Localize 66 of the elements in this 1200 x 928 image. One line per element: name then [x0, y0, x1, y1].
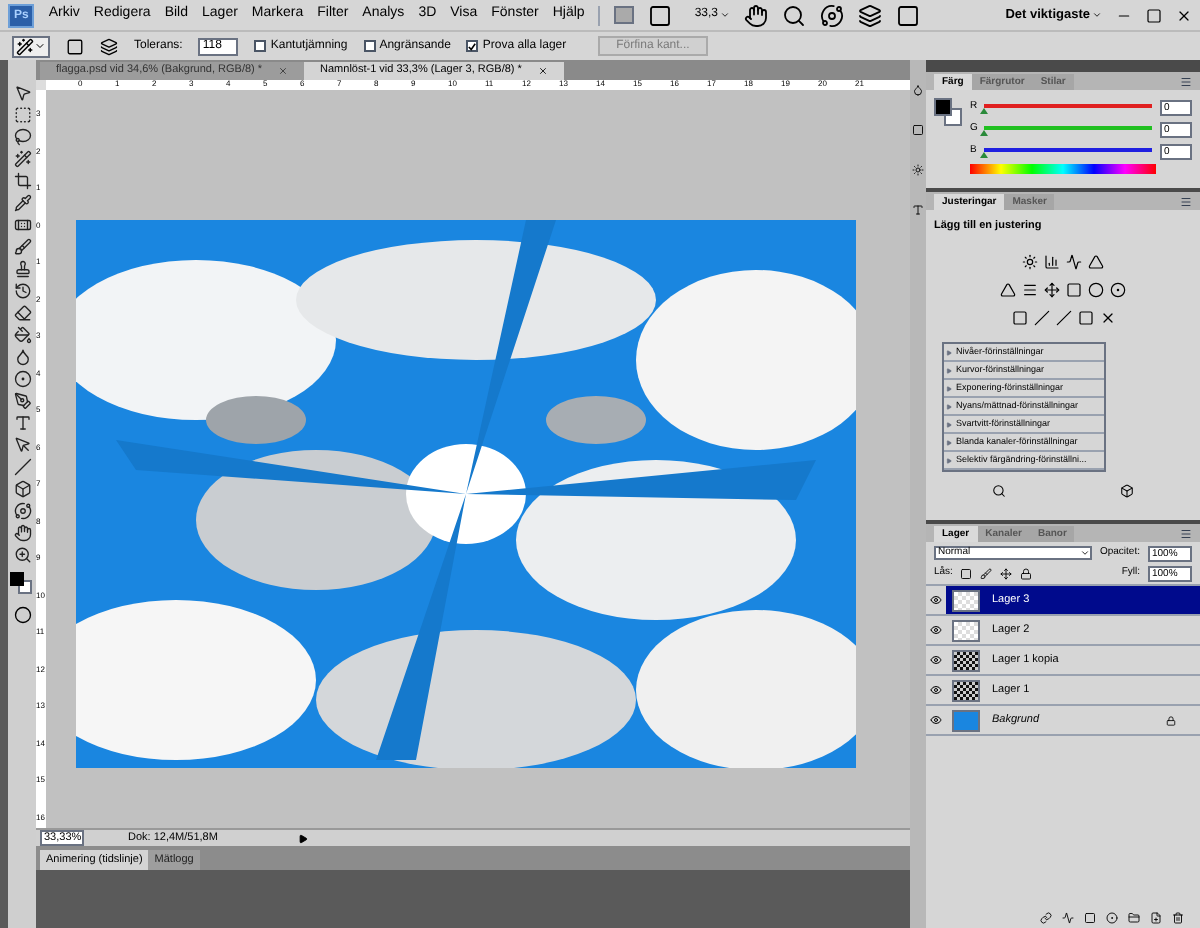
panel-menu-icon[interactable] [1180, 196, 1192, 208]
checkbox[interactable] [254, 40, 267, 52]
color-spectrum[interactable] [970, 164, 1156, 174]
paint-bucket-icon[interactable] [13, 326, 31, 344]
type-icon[interactable] [13, 414, 31, 432]
search-icon[interactable] [782, 3, 807, 27]
bandage-icon[interactable] [13, 216, 31, 234]
layer-thumbnail [952, 649, 980, 671]
layer-thumbnail [952, 679, 980, 701]
layer-thumbnail [952, 709, 980, 731]
lock-all-icon[interactable] [1020, 568, 1033, 580]
status-menu-icon[interactable] [298, 833, 308, 843]
caret-icon [1092, 10, 1102, 20]
restore-icon[interactable] [1146, 7, 1162, 23]
slider-thumb[interactable] [980, 130, 988, 136]
foreground-color-swatch[interactable] [10, 572, 24, 586]
history-brush-icon[interactable] [13, 282, 31, 300]
drop-icon[interactable] [13, 348, 31, 366]
lasso-icon[interactable] [13, 128, 31, 146]
panel-menu-icon[interactable] [1180, 76, 1192, 88]
marquee-icon[interactable] [13, 106, 31, 124]
folder-icon[interactable] [1128, 912, 1140, 924]
close-icon[interactable] [1176, 7, 1192, 23]
panel-menu-icon[interactable] [1180, 528, 1192, 540]
zoom-icon[interactable] [13, 546, 31, 564]
eye-icon[interactable] [930, 624, 942, 636]
caret-icon [1079, 548, 1090, 558]
eye-icon[interactable] [930, 594, 942, 606]
check-icon [468, 41, 477, 51]
slider-thumb[interactable] [980, 108, 988, 114]
crop-icon[interactable] [13, 172, 31, 190]
caret-icon [34, 40, 46, 52]
pen-icon[interactable] [13, 392, 31, 410]
eye-icon[interactable] [930, 684, 942, 696]
magic-wand-icon[interactable] [13, 150, 31, 168]
new-layer-icon[interactable] [1150, 912, 1162, 924]
lock-icon [1166, 715, 1176, 725]
checkbox[interactable] [466, 40, 479, 52]
link-icon[interactable] [1040, 912, 1052, 924]
eye-icon[interactable] [930, 654, 942, 666]
trash-icon[interactable] [1172, 912, 1184, 924]
caret-icon [720, 10, 731, 20]
hand-icon[interactable] [13, 524, 31, 542]
brightness-icon[interactable] [1022, 254, 1038, 271]
magic-wand-icon [16, 37, 34, 55]
eyedropper-icon[interactable] [13, 194, 31, 212]
line-icon[interactable] [13, 458, 31, 476]
brush-icon[interactable] [13, 238, 31, 256]
levels-icon[interactable] [1044, 254, 1060, 271]
tool-preset-picker[interactable] [12, 35, 50, 57]
foreground-color-swatch[interactable] [934, 98, 952, 116]
layer-thumbnail [952, 619, 980, 641]
curves-icon[interactable] [1066, 254, 1082, 271]
ruler-corner [36, 80, 46, 90]
orbit-icon[interactable] [13, 502, 31, 520]
stamp-icon[interactable] [13, 260, 31, 278]
slider-thumb[interactable] [980, 152, 988, 158]
eraser-icon[interactable] [13, 304, 31, 322]
move-icon[interactable] [13, 84, 31, 102]
hand-icon[interactable] [744, 3, 769, 27]
eye-icon[interactable] [930, 714, 942, 726]
cube-icon[interactable] [13, 480, 31, 498]
lock-position-icon[interactable] [1000, 568, 1013, 580]
layer-thumbnail [952, 589, 980, 611]
pointer-icon[interactable] [13, 436, 31, 454]
checkbox[interactable] [363, 40, 376, 52]
